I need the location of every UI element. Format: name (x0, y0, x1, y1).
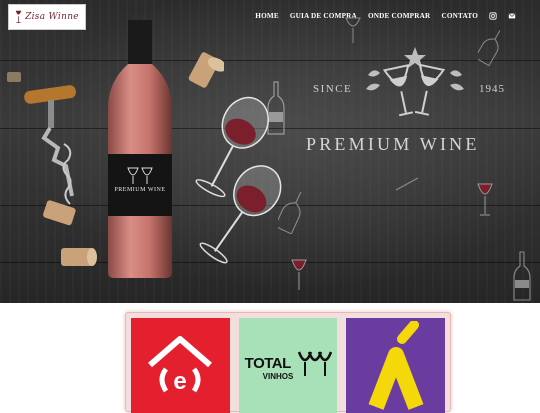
bottle-sketch-icon (513, 251, 531, 301)
nav-contato[interactable]: CONTATO (441, 12, 478, 20)
email-icon[interactable] (508, 12, 516, 20)
bottle-sketch-icon (478, 30, 501, 66)
nav-home[interactable]: HOME (255, 12, 279, 20)
hero-headline: PREMIUM WINE (306, 134, 480, 154)
emblem-glasses-icon (366, 47, 464, 117)
since-label: SINCE (313, 83, 353, 95)
svg-text:e: e (174, 368, 187, 395)
nav-onde-comprar[interactable]: ONDE COMPRAR (368, 12, 431, 20)
partner-tile-e[interactable]: e (131, 318, 230, 413)
partner-vinhos-text: VINHOS (262, 372, 294, 381)
partners-strip: e TOTAL VINHOS (125, 312, 451, 413)
corkscrew-icon (24, 85, 76, 205)
since-year: 1945 (479, 83, 505, 95)
site-logo[interactable]: Zisa Winne (8, 4, 86, 30)
glass-sketch-icon (345, 17, 361, 43)
partner-tile-total-vinhos[interactable]: TOTAL VINHOS (238, 318, 338, 413)
wine-glasses-image (195, 96, 282, 264)
partner-tile-a[interactable] (346, 318, 446, 413)
glass-sketch-icon (477, 183, 493, 216)
main-nav: HOME GUIA DE COMPRA ONDE COMPRAR CONTATO (255, 12, 516, 20)
hero-banner: Zisa Winne HOME GUIA DE COMPRA ONDE COMP… (0, 0, 540, 303)
cork-icon (61, 248, 97, 266)
glass-sketch-icon (291, 259, 307, 290)
cork-icon (7, 72, 21, 82)
bottle-label-text: PREMIUM WINE (114, 187, 166, 193)
glasses-logo-icon (297, 351, 332, 376)
corkscrew-sketch-icon (395, 177, 419, 191)
house-e-logo: e (148, 335, 213, 395)
logo-text: Zisa Winne (25, 12, 79, 22)
cork-icon (188, 52, 224, 88)
a-accent-logo (368, 320, 424, 410)
partner-total-text: TOTAL (244, 355, 292, 372)
cork-icon (43, 200, 76, 226)
instagram-icon[interactable] (489, 12, 497, 20)
wine-glass-icon (15, 10, 22, 23)
wine-bottle (108, 20, 172, 278)
